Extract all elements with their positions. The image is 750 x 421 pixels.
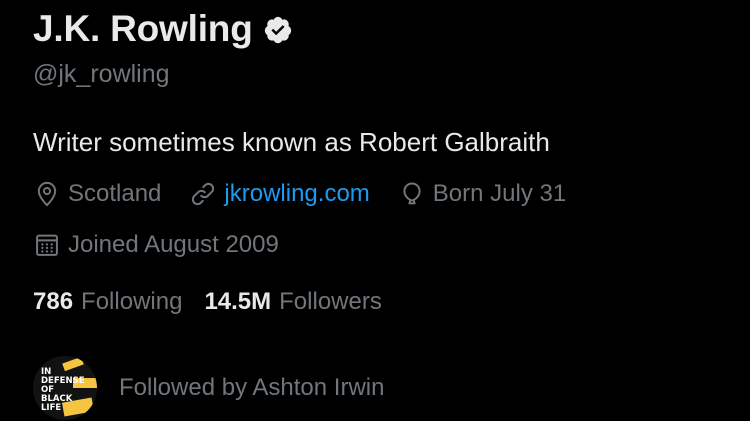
avatar-text: IN DEFENSE OF BLACK LIFE [41,367,85,413]
website-link[interactable]: jkrowling.com [224,180,369,208]
balloon-icon [398,180,426,208]
followers-stat[interactable]: 14.5M Followers [204,288,381,316]
joined-item: Joined August 2009 [33,231,279,259]
followers-label: Followers [279,288,382,315]
following-count: 786 [33,288,74,315]
followers-count: 14.5M [204,288,272,315]
followed-by-text: Followed by Ashton Irwin [119,374,385,401]
website-item[interactable]: jkrowling.com [189,180,370,208]
name-row: J.K. Rowling [33,6,293,52]
display-name: J.K. Rowling [33,8,253,49]
user-handle: @jk_rowling [33,60,170,88]
profile-meta-row: Scotland jkrowling.com Born July 31 [33,180,594,208]
follow-stats: 786 Following 14.5M Followers [33,288,404,316]
birthday-item: Born July 31 [398,180,566,208]
followed-by-row[interactable]: IN DEFENSE OF BLACK LIFE Followed by Ash… [33,356,384,420]
profile-header: J.K. Rowling @jk_rowling Writer sometime… [33,0,730,421]
calendar-icon [33,231,61,259]
verified-badge-icon[interactable] [263,15,293,45]
location-item: Scotland [33,180,161,208]
following-label: Following [81,288,183,315]
profile-bio: Writer sometimes known as Robert Galbrai… [33,127,550,157]
birthday-text: Born July 31 [432,180,567,207]
following-stat[interactable]: 786 Following [33,288,182,316]
link-icon [189,180,217,208]
joined-text: Joined August 2009 [68,231,279,258]
follower-avatar[interactable]: IN DEFENSE OF BLACK LIFE [33,356,97,420]
location-text: Scotland [68,180,162,207]
location-pin-icon [33,180,61,208]
profile-meta-row-2: Joined August 2009 [33,231,307,259]
